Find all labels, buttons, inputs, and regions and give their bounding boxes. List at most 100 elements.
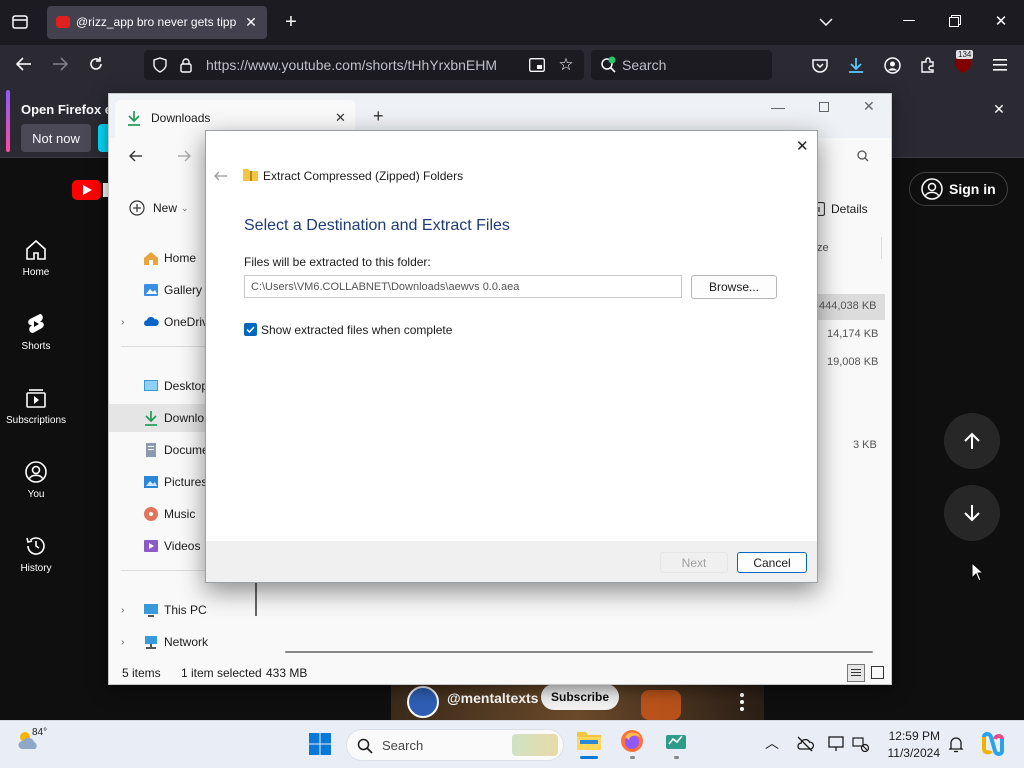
- onedrive-sync-off-icon[interactable]: [796, 736, 814, 752]
- sign-in-button[interactable]: Sign in: [909, 172, 1008, 206]
- firefox-taskbar-icon[interactable]: [620, 729, 646, 759]
- clock-time[interactable]: 12:59 PM: [884, 729, 940, 743]
- new-item-button[interactable]: New ⌄: [129, 198, 189, 218]
- chevron-right-icon[interactable]: ›: [121, 605, 133, 616]
- yt-nav-home[interactable]: Home: [0, 238, 72, 278]
- explorer-forward-icon[interactable]: [177, 150, 191, 162]
- show-files-label[interactable]: Show extracted files when complete: [261, 323, 452, 337]
- home-icon: [144, 252, 158, 265]
- nav-label: Videos: [164, 539, 201, 553]
- close-dialog-icon[interactable]: ✕: [796, 137, 809, 155]
- taskbar-search-box[interactable]: Search: [346, 729, 564, 761]
- details-pane-button[interactable]: Details: [813, 199, 868, 219]
- nav-label: Downlo: [164, 411, 205, 425]
- clock-date[interactable]: 11/3/2024: [884, 746, 941, 760]
- tracking-protection-shield-icon[interactable]: [152, 57, 168, 73]
- extensions-puzzle-icon[interactable]: [918, 55, 938, 75]
- running-app-indicator: [630, 756, 635, 759]
- new-label: New: [153, 201, 178, 215]
- browse-button[interactable]: Browse...: [691, 275, 777, 299]
- display-icon[interactable]: [828, 736, 846, 752]
- close-notification-icon[interactable]: ✕: [990, 100, 1008, 118]
- yt-nav-shorts[interactable]: Shorts: [0, 312, 72, 352]
- new-tab-icon[interactable]: +: [280, 11, 302, 33]
- picture-in-picture-icon[interactable]: [528, 56, 546, 74]
- restore-icon[interactable]: [946, 12, 964, 30]
- nav-label: Desktop: [164, 379, 209, 393]
- file-size: 19,008 KB: [827, 356, 879, 368]
- yt-nav-subscriptions[interactable]: Subscriptions: [0, 386, 72, 426]
- mouse-cursor-icon: [971, 562, 985, 582]
- youtube-logo[interactable]: [72, 180, 108, 200]
- chevron-right-icon[interactable]: ›: [121, 637, 133, 648]
- short-video-frame[interactable]: @mentaltexts Subscribe: [391, 684, 764, 720]
- subscribe-button[interactable]: Subscribe: [541, 684, 619, 710]
- downloads-icon[interactable]: [846, 55, 866, 75]
- yt-nav-history[interactable]: History: [0, 534, 72, 574]
- browser-search-field[interactable]: Search: [591, 50, 772, 80]
- youtube-sidebar: Home Shorts Subscriptions You History: [0, 158, 72, 720]
- not-now-button[interactable]: Not now: [21, 124, 91, 152]
- ublock-origin-icon[interactable]: 134: [954, 50, 974, 76]
- nav-item-network[interactable]: › Network: [109, 628, 259, 656]
- account-icon[interactable]: [882, 55, 902, 75]
- tab-title: @rizz_app bro never gets tippe: [76, 15, 236, 29]
- back-arrow-icon[interactable]: [14, 54, 34, 74]
- pocket-icon[interactable]: [810, 55, 830, 75]
- minimize-icon[interactable]: [900, 12, 918, 30]
- network-ethernet-icon[interactable]: [852, 736, 870, 752]
- file-explorer-taskbar-icon[interactable]: [576, 729, 602, 759]
- weather-temperature: 84°: [32, 727, 48, 738]
- show-files-checkbox[interactable]: [244, 323, 257, 336]
- search-highlight-graphic: [512, 734, 558, 756]
- firefox-view-icon[interactable]: [8, 11, 32, 33]
- zipped-folder-icon: [243, 169, 258, 181]
- minimize-icon[interactable]: [771, 108, 785, 109]
- chevron-right-icon[interactable]: ›: [121, 317, 133, 328]
- close-tab-icon[interactable]: ✕: [335, 110, 346, 126]
- notification-bell-icon[interactable]: [948, 736, 964, 753]
- close-tab-icon[interactable]: ✕: [243, 14, 259, 30]
- size-column-header[interactable]: ze: [817, 242, 829, 254]
- cancel-button[interactable]: Cancel: [737, 552, 807, 573]
- channel-avatar[interactable]: [407, 686, 439, 718]
- bookmark-star-icon[interactable]: ☆: [556, 55, 576, 75]
- start-button[interactable]: [308, 732, 332, 756]
- close-window-icon[interactable]: ✕: [863, 98, 875, 115]
- copilot-icon[interactable]: [980, 731, 1006, 757]
- close-window-icon[interactable]: ✕: [992, 12, 1010, 30]
- channel-name[interactable]: @mentaltexts: [447, 690, 538, 706]
- next-button[interactable]: Next: [660, 552, 728, 573]
- address-bar[interactable]: https://www.youtube.com/shorts/tHhYrxbnE…: [144, 50, 584, 80]
- hamburger-menu-icon[interactable]: [990, 55, 1010, 75]
- horizontal-scrollbar[interactable]: [285, 651, 873, 653]
- download-arrow-icon: [145, 411, 157, 426]
- more-options-button[interactable]: [724, 686, 760, 718]
- active-app-indicator: [580, 756, 598, 759]
- youtube-favicon-icon: [56, 16, 70, 28]
- nav-item-this-pc[interactable]: › This PC: [109, 596, 259, 624]
- explorer-back-icon[interactable]: [129, 150, 143, 162]
- notification-accent: [6, 90, 10, 152]
- dialog-title: Extract Compressed (Zipped) Folders: [263, 169, 464, 183]
- previous-short-button[interactable]: [944, 413, 1000, 469]
- new-tab-icon[interactable]: +: [373, 106, 384, 127]
- search-placeholder: Search: [622, 57, 667, 73]
- maximize-icon[interactable]: [819, 102, 829, 112]
- browser-tab-active[interactable]: @rizz_app bro never gets tippe ✕: [47, 6, 267, 39]
- yt-nav-you[interactable]: You: [0, 460, 72, 500]
- forward-arrow-icon[interactable]: [50, 54, 70, 74]
- show-hidden-icons-chevron-icon[interactable]: ︿: [765, 733, 779, 753]
- padlock-icon[interactable]: [178, 57, 194, 73]
- yt-nav-label: You: [27, 489, 45, 500]
- explorer-search-icon[interactable]: [857, 150, 869, 162]
- wizard-back-icon[interactable]: [214, 171, 228, 181]
- details-view-icon[interactable]: [847, 664, 865, 682]
- list-tabs-chevron-icon[interactable]: [816, 12, 836, 32]
- reload-icon[interactable]: [86, 54, 106, 74]
- destination-path-input[interactable]: [244, 275, 682, 298]
- next-short-button[interactable]: [944, 485, 1000, 541]
- app-taskbar-icon[interactable]: [664, 729, 690, 759]
- tiles-view-icon[interactable]: [871, 666, 884, 679]
- weather-widget[interactable]: 84°: [16, 727, 48, 759]
